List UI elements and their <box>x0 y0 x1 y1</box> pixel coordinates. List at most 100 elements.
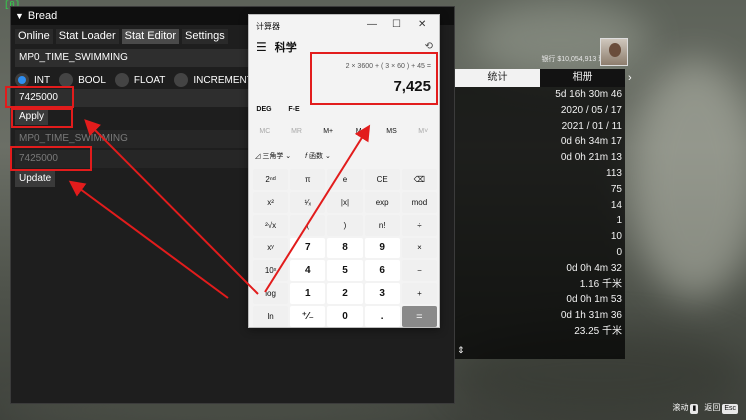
memory-row: MC MR M+ M- MS M˅ <box>249 128 439 135</box>
radio-increment[interactable] <box>174 73 189 87</box>
list-item: 2021 / 01 / 11 <box>561 120 622 132</box>
function-dropdown[interactable]: f 函数 ⌄ <box>305 151 331 161</box>
update-button[interactable]: Update <box>15 171 56 187</box>
tab-stats[interactable]: 统计 <box>455 69 540 87</box>
stat-name-input[interactable]: MP0_TIME_SWIMMING <box>15 49 251 67</box>
tab-online[interactable]: Online <box>15 29 53 44</box>
highlight-value-input <box>5 86 74 108</box>
calc-key-6-0[interactable]: ln <box>253 306 289 327</box>
list-item: 1.16 千米 <box>579 278 622 290</box>
player-info: 银行 $10,054,913 现金 $0 <box>455 34 746 66</box>
mouse-icon: ▮ <box>690 404 699 414</box>
collapse-triangle-icon[interactable]: ▼ <box>15 11 24 21</box>
tab-gallery[interactable]: 相册 <box>540 69 625 87</box>
calc-key-6-4[interactable]: = <box>401 306 437 327</box>
bread-title: Bread <box>27 10 58 22</box>
calc-key-6-1[interactable]: ⁺⁄₋ <box>290 306 326 327</box>
list-item: 113 <box>606 167 622 179</box>
calc-key-4-2[interactable]: 5 <box>327 260 363 282</box>
calc-key-1-1[interactable]: ¹⁄ₓ <box>290 191 326 213</box>
maximize-icon[interactable]: ☐ <box>392 19 401 30</box>
scroll-indicator-icon[interactable]: ⇕ <box>455 345 625 359</box>
calc-key-5-4[interactable]: + <box>401 283 437 305</box>
calc-key-6-2[interactable]: 0 <box>327 306 363 327</box>
calc-key-3-3[interactable]: 9 <box>364 237 400 259</box>
list-item: 75 <box>610 183 622 195</box>
calc-key-4-1[interactable]: 4 <box>290 260 326 282</box>
calc-key-4-4[interactable]: − <box>401 260 437 282</box>
calc-key-3-1[interactable]: 7 <box>290 237 326 259</box>
calc-key-5-1[interactable]: 1 <box>290 283 326 305</box>
calc-key-5-3[interactable]: 3 <box>364 283 400 305</box>
avatar <box>600 38 628 66</box>
calc-key-2-1[interactable]: ( <box>290 214 326 236</box>
calc-key-3-4[interactable]: × <box>401 237 437 259</box>
ms-button[interactable]: MS <box>376 128 408 135</box>
calc-key-3-2[interactable]: 8 <box>327 237 363 259</box>
fe-button[interactable]: F-E <box>279 106 309 113</box>
calc-title-bar[interactable]: 计算器 — ☐ ✕ <box>249 15 439 37</box>
calc-key-0-3[interactable]: CE <box>364 169 400 190</box>
calc-key-0-2[interactable]: e <box>327 169 363 190</box>
calc-key-0-0[interactable]: 2ⁿᵈ <box>253 169 289 190</box>
calc-key-2-2[interactable]: ) <box>327 214 363 236</box>
calc-key-3-0[interactable]: xʸ <box>253 237 289 259</box>
minimize-icon[interactable]: — <box>367 19 377 30</box>
radio-increment-label: INCREMENT <box>193 74 253 86</box>
calc-key-4-0[interactable]: 10ˣ <box>253 260 289 282</box>
m-minus-button[interactable]: M- <box>344 128 376 135</box>
tab-stat-editor[interactable]: Stat Editor <box>121 29 180 44</box>
radio-bool[interactable] <box>59 73 74 87</box>
stat-type-radio-group: INT BOOL FLOAT INCREMENT <box>15 73 257 87</box>
calc-key-0-4[interactable]: ⌫ <box>401 169 437 190</box>
calc-key-6-3[interactable]: . <box>364 306 400 327</box>
scroll-hint: 滚动 ▮ <box>672 403 699 414</box>
calc-title: 计算器 <box>256 22 280 31</box>
close-icon[interactable]: ✕ <box>418 19 426 30</box>
calc-key-1-3[interactable]: exp <box>364 191 400 213</box>
list-item: 2020 / 05 / 17 <box>560 104 622 116</box>
mr-button[interactable]: MR <box>281 128 313 135</box>
calc-key-1-2[interactable]: |x| <box>327 191 363 213</box>
list-item: 5d 16h 30m 46 <box>555 89 622 100</box>
list-item: 0d 0h 4m 32 <box>566 262 622 274</box>
trig-dropdown[interactable]: ◿ 三角学 ⌄ <box>255 151 291 161</box>
deg-button[interactable]: DEG <box>249 106 279 113</box>
list-item: 0d 0h 1m 53 <box>566 294 622 306</box>
calc-key-2-3[interactable]: n! <box>364 214 400 236</box>
tab-settings[interactable]: Settings <box>182 29 228 44</box>
hud-bottom-hints: 滚动 ▮ 返回 Esc <box>672 402 738 414</box>
menu-icon[interactable]: ☰ <box>256 40 267 54</box>
chevron-right-icon[interactable]: › <box>628 69 638 87</box>
list-item: 0 <box>616 246 622 258</box>
radio-int-label: INT <box>34 74 51 86</box>
calc-key-0-1[interactable]: π <box>290 169 326 190</box>
back-hint[interactable]: 返回 Esc <box>704 402 738 414</box>
radio-int[interactable] <box>15 73 29 87</box>
calc-key-1-0[interactable]: x² <box>253 191 289 213</box>
bread-tabs: Online Stat Loader Stat Editor Settings <box>15 29 228 44</box>
function-row: ◿ 三角学 ⌄ f 函数 ⌄ <box>255 151 331 161</box>
calc-keypad: 2ⁿᵈ π e CE ⌫ x² ¹⁄ₓ |x| exp mod ²√x() n! ÷ xʸ 7 8 9 × 10ˣ 4… <box>253 169 437 327</box>
memory-list-button[interactable]: M˅ <box>407 128 439 135</box>
list-item: 14 <box>610 199 622 211</box>
esc-key: Esc <box>722 404 738 414</box>
highlight-readonly-value <box>10 146 92 171</box>
list-item: 1 <box>616 215 622 227</box>
calc-key-1-4[interactable]: mod <box>401 191 437 213</box>
calc-key-2-0[interactable]: ²√x <box>253 214 289 236</box>
tab-stat-loader[interactable]: Stat Loader <box>55 29 119 44</box>
m-plus-button[interactable]: M+ <box>312 128 344 135</box>
highlight-calc-result <box>310 52 438 105</box>
calc-key-2-4[interactable]: ÷ <box>401 214 437 236</box>
list-item: 23.25 千米 <box>574 325 622 337</box>
mc-button[interactable]: MC <box>249 128 281 135</box>
radio-bool-label: BOOL <box>78 74 106 86</box>
radio-float[interactable] <box>114 73 129 87</box>
calc-key-5-2[interactable]: 2 <box>327 283 363 305</box>
calc-key-5-0[interactable]: log <box>253 283 289 305</box>
calc-key-4-3[interactable]: 6 <box>364 260 400 282</box>
history-icon[interactable]: ⟲ <box>425 41 433 52</box>
list-item: 0d 1h 31m 36 <box>560 310 622 322</box>
list-item: 0d 0h 21m 13 <box>560 152 622 164</box>
